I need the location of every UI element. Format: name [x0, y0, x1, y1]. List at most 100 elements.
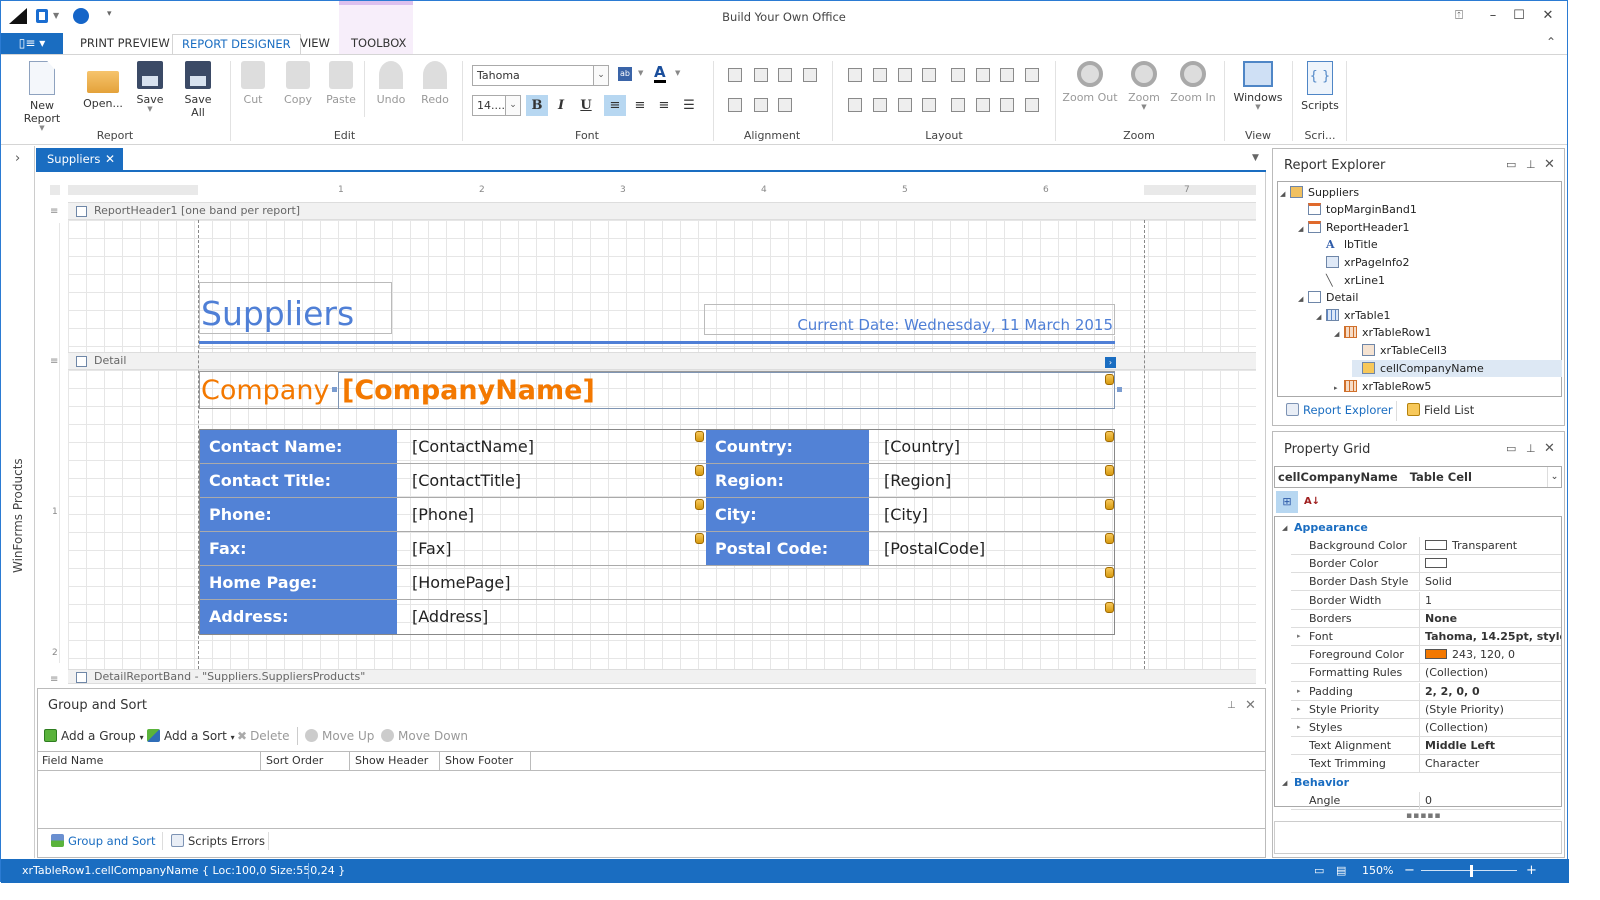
new-report-button[interactable]: New Report ▼: [11, 61, 73, 132]
close-button[interactable]: ✕: [1537, 7, 1559, 25]
property-value[interactable]: (Collection): [1425, 664, 1561, 681]
add-a-sort-button[interactable]: Add a Sort ▾: [147, 729, 235, 743]
tree-node-xrtablecell3[interactable]: xrTableCell3: [1352, 342, 1447, 359]
tree-node-suppliers[interactable]: ◢ Suppliers: [1280, 184, 1359, 201]
property-value[interactable]: None: [1425, 610, 1561, 627]
zoom-in-icon[interactable]: +: [1526, 859, 1537, 883]
value-cell[interactable]: [Region]: [870, 464, 1114, 497]
highlight-color-icon[interactable]: ab: [618, 67, 632, 81]
value-cell[interactable]: [ContactTitle]: [398, 464, 705, 497]
property-row[interactable]: ▸ Style Priority (Style Priority): [1291, 700, 1561, 719]
font-color-icon[interactable]: A: [654, 65, 666, 83]
horizontal-line-control[interactable]: [199, 341, 1115, 344]
align-bottoms-icon[interactable]: [778, 98, 792, 112]
band-report-header[interactable]: ReportHeader1 [one band per report]: [68, 202, 1256, 220]
zoom-out-button[interactable]: Zoom Out: [1062, 61, 1118, 104]
label-cell[interactable]: City:: [706, 498, 869, 531]
redo-button[interactable]: Redo: [419, 61, 451, 106]
increase-horizontal-spacing-icon[interactable]: [976, 68, 990, 82]
column-header-field-name[interactable]: Field Name: [37, 752, 261, 770]
tree-node-reportheader1[interactable]: ◢ ReportHeader1: [1298, 219, 1410, 236]
center-vertically-icon[interactable]: [976, 98, 990, 112]
selection-handle[interactable]: [1117, 387, 1122, 392]
contact-table[interactable]: Contact Name: [ContactName] Country: [Co…: [199, 429, 1115, 635]
expand-property-icon[interactable]: ▸: [1297, 628, 1301, 645]
tree-node-cellcompanyname[interactable]: cellCompanyName: [1352, 360, 1562, 377]
property-value[interactable]: Tahoma, 14.25pt, style=...: [1425, 628, 1561, 645]
selected-object-combo[interactable]: cellCompanyName Table Cell ⌄: [1274, 466, 1562, 488]
property-category-appearance[interactable]: ◢ Appearance: [1275, 519, 1561, 537]
label-cell[interactable]: Contact Name:: [200, 430, 397, 463]
tree-node-detail[interactable]: ◢ Detail: [1298, 289, 1358, 306]
property-row[interactable]: Text Alignment Middle Left: [1291, 737, 1561, 756]
remove-horizontal-spacing-icon[interactable]: [1025, 68, 1039, 82]
paste-button[interactable]: Paste: [325, 61, 357, 106]
align-to-grid-icon[interactable]: [728, 68, 742, 82]
close-tab-icon[interactable]: ✕: [105, 148, 115, 170]
property-row[interactable]: Background Color Transparent: [1291, 537, 1561, 555]
tab-report-designer[interactable]: REPORT DESIGNER: [172, 34, 301, 56]
table-row[interactable]: Home Page: [HomePage]: [200, 566, 1114, 600]
table-row[interactable]: Contact Name: [ContactName] Country: [Co…: [200, 430, 1114, 464]
band-collapse-handle[interactable]: ≡: [50, 356, 58, 367]
make-same-height-icon[interactable]: [898, 68, 912, 82]
pin-icon[interactable]: ⊥: [1526, 158, 1536, 171]
open-button[interactable]: Open...: [83, 61, 123, 110]
tab-group-and-sort[interactable]: Group and Sort: [51, 834, 156, 848]
vertical-spacing-equal-icon[interactable]: [848, 98, 862, 112]
copy-button[interactable]: Copy: [282, 61, 314, 106]
label-cell[interactable]: Address:: [200, 600, 397, 634]
property-value[interactable]: Character: [1425, 755, 1561, 772]
label-cell[interactable]: Country:: [706, 430, 869, 463]
page-view-icon[interactable]: ▭: [1314, 859, 1324, 883]
property-value[interactable]: [1425, 555, 1561, 572]
send-to-back-icon[interactable]: [1025, 98, 1039, 112]
underline-button[interactable]: U: [575, 95, 597, 116]
label-cell[interactable]: Home Page:: [200, 566, 397, 599]
band-collapse-handle[interactable]: ≡: [50, 206, 58, 217]
tree-node-lbtitle[interactable]: AlbTitle: [1316, 236, 1378, 253]
column-header-sort-order[interactable]: Sort Order: [261, 752, 350, 770]
winforms-products-label[interactable]: WinForms Products: [11, 458, 25, 573]
property-value[interactable]: (Collection): [1425, 719, 1561, 736]
property-value[interactable]: Solid: [1425, 573, 1561, 590]
expand-property-icon[interactable]: ▸: [1297, 701, 1301, 718]
increase-vertical-spacing-icon[interactable]: [873, 98, 887, 112]
tree-node-xrtable1[interactable]: ◢ xrTable1: [1316, 307, 1390, 324]
value-cell[interactable]: [Fax]: [398, 532, 705, 565]
categorized-view-button[interactable]: ⊞: [1276, 491, 1298, 513]
maximize-panel-icon[interactable]: ▭: [1506, 158, 1516, 171]
label-cell[interactable]: Contact Title:: [200, 464, 397, 497]
property-row[interactable]: Border Width 1: [1291, 591, 1561, 610]
font-size-select[interactable]: 14.... ⌄: [472, 95, 521, 116]
alphabetical-sort-button[interactable]: A↓: [1301, 491, 1323, 513]
property-value[interactable]: 2, 2, 0, 0: [1425, 683, 1561, 700]
align-tops-icon[interactable]: [728, 98, 742, 112]
property-value[interactable]: (Style Priority): [1425, 701, 1561, 718]
decrease-horizontal-spacing-icon[interactable]: [1000, 68, 1014, 82]
value-cell[interactable]: [ContactName]: [398, 430, 705, 463]
tree-node-xrtablerow5[interactable]: ▸ xrTableRow5: [1334, 378, 1431, 395]
make-same-size-icon[interactable]: [922, 68, 936, 82]
tab-toolbox[interactable]: TOOLBOX: [342, 34, 415, 55]
add-a-group-button[interactable]: Add a Group ▾: [44, 729, 144, 743]
property-row[interactable]: Angle 0: [1291, 791, 1561, 810]
italic-button[interactable]: I: [550, 95, 572, 116]
tree-node-xrtablerow1[interactable]: ◢ xrTableRow1: [1334, 324, 1431, 341]
label-cell[interactable]: Region:: [706, 464, 869, 497]
align-left-button[interactable]: ≡: [604, 95, 626, 116]
collapse-category-icon[interactable]: ◢: [1282, 774, 1287, 792]
zoom-out-icon[interactable]: −: [1404, 859, 1415, 883]
align-center-button[interactable]: ≡: [629, 95, 651, 116]
collapse-category-icon[interactable]: ◢: [1282, 519, 1287, 537]
label-cell[interactable]: Phone:: [200, 498, 397, 531]
move-down-button[interactable]: Move Down: [381, 729, 468, 743]
smart-tag-button[interactable]: ›: [1105, 357, 1116, 368]
expand-pane-icon[interactable]: ›: [15, 151, 20, 166]
property-row[interactable]: Foreground Color 243, 120, 0: [1291, 646, 1561, 665]
tab-scripts-errors[interactable]: Scripts Errors: [171, 834, 265, 848]
table-row[interactable]: Fax: [Fax] Postal Code: [PostalCode]: [200, 532, 1114, 566]
align-rights-icon[interactable]: [803, 68, 817, 82]
remove-vertical-spacing-icon[interactable]: [922, 98, 936, 112]
align-centers-icon[interactable]: [778, 68, 792, 82]
